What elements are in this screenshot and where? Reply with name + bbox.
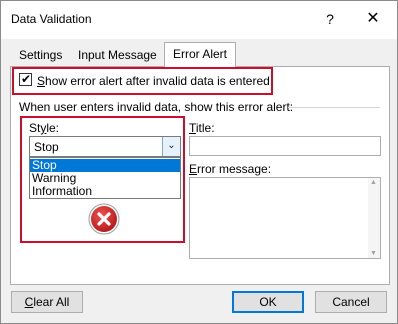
style-option-information[interactable]: Information (30, 185, 180, 198)
title-label: Title: (189, 121, 215, 135)
show-alert-label[interactable]: Show error alert after invalid data is e… (37, 74, 270, 88)
title-bar: Data Validation ? ✕ (1, 1, 397, 39)
tab-settings[interactable]: Settings (13, 46, 68, 66)
title-input[interactable] (189, 136, 381, 156)
checkmark-icon: ✔ (21, 72, 32, 86)
show-alert-mnemonic: S (37, 74, 46, 88)
group-divider (288, 107, 380, 108)
style-dropdown-value: Stop (34, 140, 59, 154)
cancel-button[interactable]: Cancel (315, 291, 387, 313)
error-message-scrollbar[interactable]: ▲ ▼ (368, 178, 380, 258)
clear-all-mnemonic: C (24, 295, 34, 309)
error-message-label: Error message: (189, 162, 272, 176)
scroll-up-icon[interactable]: ▲ (370, 179, 377, 186)
show-alert-checkbox[interactable]: ✔ (19, 72, 32, 86)
chevron-down-icon[interactable]: ⌄ (162, 137, 180, 156)
style-options-list: Stop Warning Information (29, 157, 181, 199)
group-label: When user enters invalid data, show this… (19, 100, 294, 114)
data-validation-dialog: Data Validation ? ✕ Settings Input Messa… (0, 0, 398, 324)
dialog-title: Data Validation (11, 12, 92, 26)
style-label: Style: (29, 121, 60, 135)
show-alert-label-rest: how error alert after invalid data is en… (45, 74, 270, 88)
style-dropdown[interactable]: Stop ⌄ (29, 136, 181, 157)
scroll-down-icon[interactable]: ▼ (370, 250, 377, 257)
clear-all-button[interactable]: Clear All (11, 291, 83, 313)
ok-button[interactable]: OK (232, 291, 304, 313)
stop-error-icon (88, 203, 120, 235)
close-button[interactable]: ✕ (361, 7, 385, 31)
clear-all-label-rest: lear All (33, 295, 70, 309)
tab-input-message[interactable]: Input Message (72, 46, 163, 66)
error-message-textarea[interactable]: ▲ ▼ (189, 177, 381, 259)
tab-error-alert[interactable]: Error Alert (164, 42, 237, 67)
help-button[interactable]: ? (319, 7, 341, 31)
